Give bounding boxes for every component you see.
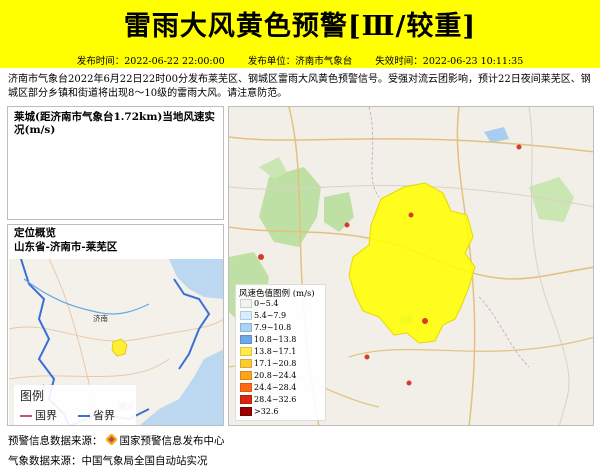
location-subtitle: 山东省-济南市-莱芜区 — [14, 241, 118, 253]
wind-legend-item: 17.1~20.8 — [240, 359, 324, 369]
city-label-jinan: 济南 — [93, 313, 108, 323]
location-marker — [422, 318, 428, 324]
expire-time: 失效时间：2022-06-23 10:11:35 — [375, 56, 524, 67]
warning-header: 雷雨大风黄色预警[Ⅲ/较重] 发布时间：2022-06-22 22:00:00 … — [0, 0, 600, 68]
warning-meta: 发布时间：2022-06-22 22:00:00 发布单位：济南市气象台 失效时… — [0, 53, 600, 67]
publisher: 发布单位：济南市气象台 — [247, 56, 353, 67]
warning-source-label: 预警信息数据来源： — [8, 435, 103, 447]
location-marker — [406, 380, 412, 386]
wind-legend-item: 10.8~13.8 — [240, 335, 324, 345]
warning-title: 雷雨大风黄色预警[Ⅲ/较重] — [123, 11, 477, 42]
wind-legend-item: 28.4~32.6 — [240, 395, 324, 405]
wind-legend-item: 0~5.4 — [240, 299, 324, 309]
wind-legend-item: 24.4~28.4 — [240, 383, 324, 393]
warning-source-name[interactable]: 国家预警信息发布中心 — [120, 435, 225, 447]
nmc-logo-icon — [105, 434, 117, 445]
publish-time: 发布时间：2022-06-22 22:00:00 — [76, 56, 225, 67]
location-legend: 图例 国界 省界 — [14, 385, 136, 425]
wind-legend-item: 7.9~10.8 — [240, 323, 324, 333]
wind-panel-title: 莱城(距济南市气象台1.72km)当地风速实况(m/s) — [14, 111, 215, 136]
location-marker — [344, 222, 350, 228]
province-border-line-icon — [78, 415, 90, 417]
national-border-line-icon — [20, 415, 32, 417]
location-marker — [516, 144, 522, 150]
wind-legend-item: 13.8~17.1 — [240, 347, 324, 357]
location-marker — [258, 254, 264, 260]
wind-speed-panel: 莱城(距济南市气象台1.72km)当地风速实况(m/s) — [7, 106, 224, 220]
wind-speed-legend: 风速色值图例 (m/s) 0~5.4 5.4~7.9 7.9~10.8 10.8… — [235, 284, 326, 421]
location-overview-panel: 定位概览 山东省-济南市-莱芜区 济南 济宁 临沂 图例 国界 — [7, 224, 224, 426]
legend-province-border: 省界 — [78, 407, 115, 423]
location-marker — [364, 354, 370, 360]
location-marker — [408, 212, 414, 218]
warning-source: 预警信息数据来源： 国家预警信息发布中心 — [8, 433, 225, 448]
wind-legend-title: 风速色值图例 (m/s) — [239, 289, 315, 299]
wind-legend-item: 20.8~24.4 — [240, 371, 324, 381]
wind-legend-item: 5.4~7.9 — [240, 311, 324, 321]
legend-national-border: 国界 — [20, 407, 57, 423]
warning-description: 济南市气象台2022年6月22日22时00分发布莱芜区、钢城区雷雨大风黄色预警信… — [8, 74, 591, 99]
weather-source: 气象数据来源：中国气象局全国自动站实况 — [8, 455, 208, 467]
location-title: 定位概览 — [14, 227, 56, 239]
warning-map[interactable]: 风速色值图例 (m/s) 0~5.4 5.4~7.9 7.9~10.8 10.8… — [228, 106, 594, 426]
legend-title: 图例 — [20, 389, 45, 403]
wind-legend-item: >32.6 — [240, 407, 324, 417]
